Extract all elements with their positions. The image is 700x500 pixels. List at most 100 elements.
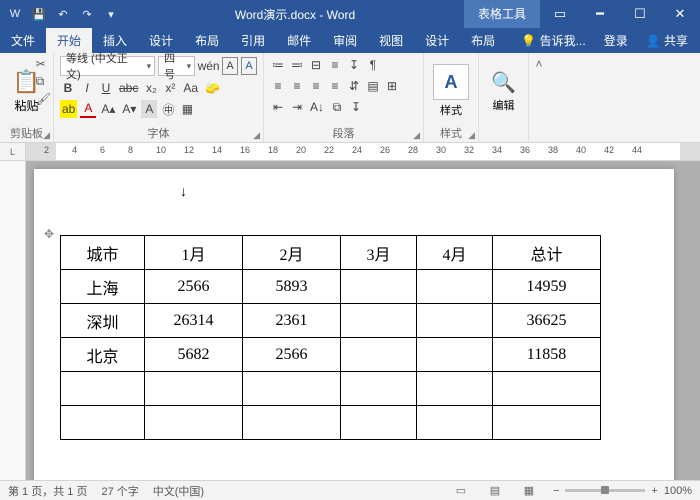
borders-button[interactable]: ⊞	[384, 77, 400, 95]
styles-button-label[interactable]: 样式	[440, 102, 462, 118]
clear-formatting-icon[interactable]: 🧽	[203, 79, 222, 97]
zoom-slider[interactable]	[565, 489, 645, 492]
align-dist-button[interactable]: ≡	[327, 56, 343, 74]
table-cell[interactable]: 2566	[145, 270, 243, 304]
table-cell[interactable]	[493, 406, 601, 440]
close-button[interactable]: ✕	[660, 0, 700, 28]
tab-file[interactable]: 文件	[0, 28, 46, 53]
zoom-in-button[interactable]: +	[651, 485, 657, 497]
table-cell[interactable]	[243, 372, 341, 406]
increase-indent-button[interactable]: ⇥	[289, 98, 305, 116]
app-icon[interactable]: W	[6, 5, 24, 23]
dialog-launcher-icon[interactable]: ◢	[43, 130, 50, 141]
char-border-icon[interactable]: A	[222, 57, 238, 75]
dialog-launcher-icon[interactable]: ◢	[413, 130, 420, 141]
horizontal-ruler[interactable]: 2468101214161820222426283032343638404244	[26, 143, 700, 160]
table-cell[interactable]: 14959	[493, 270, 601, 304]
table-header-cell[interactable]: 3月	[341, 236, 417, 270]
dialog-launcher-icon[interactable]: ◢	[253, 130, 260, 141]
highlight-button[interactable]: ab	[60, 100, 77, 118]
undo-icon[interactable]: ↶	[54, 5, 72, 23]
tab-selector[interactable]: L	[0, 143, 26, 160]
read-mode-view-icon[interactable]: ▤	[485, 484, 505, 497]
table-cell[interactable]: 26314	[145, 304, 243, 338]
table-header-cell[interactable]: 1月	[145, 236, 243, 270]
shading-button[interactable]: ▤	[365, 77, 381, 95]
table-cell[interactable]: 深圳	[61, 304, 145, 338]
dialog-launcher-icon[interactable]: ◢	[468, 130, 475, 141]
find-icon[interactable]: 🔍	[491, 70, 516, 95]
table-cell[interactable]	[341, 304, 417, 338]
table-cell[interactable]	[417, 372, 493, 406]
table-cell[interactable]	[61, 406, 145, 440]
numbering-button[interactable]: ≕	[289, 56, 305, 74]
table-cell[interactable]	[417, 338, 493, 372]
asian-layout-button[interactable]: A↓	[308, 98, 326, 116]
word-count[interactable]: 27 个字	[101, 483, 138, 499]
decrease-indent-button[interactable]: ⇤	[270, 98, 286, 116]
char-shading-icon[interactable]: A	[241, 57, 257, 75]
data-table[interactable]: 城市1月2月3月4月总计上海2566589314959深圳26314236136…	[60, 235, 601, 440]
copy-icon[interactable]: ⧉	[36, 74, 51, 89]
table-cell[interactable]	[493, 372, 601, 406]
table-cell[interactable]: 2361	[243, 304, 341, 338]
enclose-char-button[interactable]: ㊥	[160, 100, 176, 118]
ribbon-options-icon[interactable]: ▭	[540, 0, 580, 28]
tab-table-layout[interactable]: 布局	[460, 28, 506, 53]
table-cell[interactable]: 5893	[243, 270, 341, 304]
table-move-handle-icon[interactable]: ✥	[44, 227, 54, 241]
change-case-button[interactable]: Aa	[181, 79, 200, 97]
table-cell[interactable]	[341, 338, 417, 372]
snap-grid-button[interactable]: ⧉	[329, 98, 345, 116]
table-cell[interactable]	[61, 372, 145, 406]
table-cell[interactable]: 36625	[493, 304, 601, 338]
bullets-button[interactable]: ≔	[270, 56, 286, 74]
sort2-button[interactable]: ↧	[348, 98, 364, 116]
tab-review[interactable]: 审阅	[322, 28, 368, 53]
tab-layout[interactable]: 布局	[184, 28, 230, 53]
table-cell[interactable]	[417, 304, 493, 338]
align-left-button[interactable]: ≡	[270, 77, 286, 95]
page[interactable]: ↓ ✥ 城市1月2月3月4月总计上海2566589314959深圳2631423…	[34, 169, 674, 480]
table-cell[interactable]: 2566	[243, 338, 341, 372]
table-header-cell[interactable]: 城市	[61, 236, 145, 270]
shrink-font-button[interactable]: A▾	[120, 100, 138, 118]
tab-references[interactable]: 引用	[230, 28, 276, 53]
table-header-cell[interactable]: 2月	[243, 236, 341, 270]
collapse-ribbon-icon[interactable]: ˄	[529, 53, 549, 142]
tab-mailings[interactable]: 邮件	[276, 28, 322, 53]
table-cell[interactable]	[145, 372, 243, 406]
minimize-button[interactable]: ━	[580, 0, 620, 28]
table-cell[interactable]	[243, 406, 341, 440]
align-justify-button[interactable]: ≡	[327, 77, 343, 95]
align-center-button[interactable]: ≡	[289, 77, 305, 95]
font-size-combo[interactable]: 四号	[158, 56, 195, 76]
tell-me[interactable]: 💡 告诉我...	[513, 28, 593, 53]
table-cell[interactable]	[145, 406, 243, 440]
signin-button[interactable]: 登录	[596, 28, 636, 53]
font-color-button[interactable]: A	[80, 100, 96, 118]
tab-view[interactable]: 视图	[368, 28, 414, 53]
table-cell[interactable]	[341, 270, 417, 304]
font-name-combo[interactable]: 等线 (中文正文)	[60, 56, 155, 76]
web-layout-view-icon[interactable]: ▦	[519, 484, 539, 497]
table-cell[interactable]	[417, 406, 493, 440]
cut-icon[interactable]: ✂	[36, 57, 51, 71]
qat-more-icon[interactable]: ▾	[102, 5, 120, 23]
table-cell[interactable]: 11858	[493, 338, 601, 372]
tab-table-design[interactable]: 设计	[414, 28, 460, 53]
styles-gallery-icon[interactable]: A	[433, 64, 469, 100]
table-header-cell[interactable]: 总计	[493, 236, 601, 270]
redo-icon[interactable]: ↷	[78, 5, 96, 23]
format-painter-icon[interactable]: 🖌	[36, 92, 51, 106]
sort-button[interactable]: ↧	[346, 56, 362, 74]
share-button[interactable]: 👤 共享	[638, 28, 696, 53]
table-cell[interactable]	[341, 406, 417, 440]
table-cell[interactable]	[341, 372, 417, 406]
vertical-ruler[interactable]	[0, 161, 26, 480]
table-cell[interactable]: 上海	[61, 270, 145, 304]
table-header-cell[interactable]: 4月	[417, 236, 493, 270]
zoom-out-button[interactable]: −	[553, 485, 559, 497]
save-icon[interactable]: 💾	[30, 5, 48, 23]
editing-button-label[interactable]: 编辑	[493, 97, 515, 113]
